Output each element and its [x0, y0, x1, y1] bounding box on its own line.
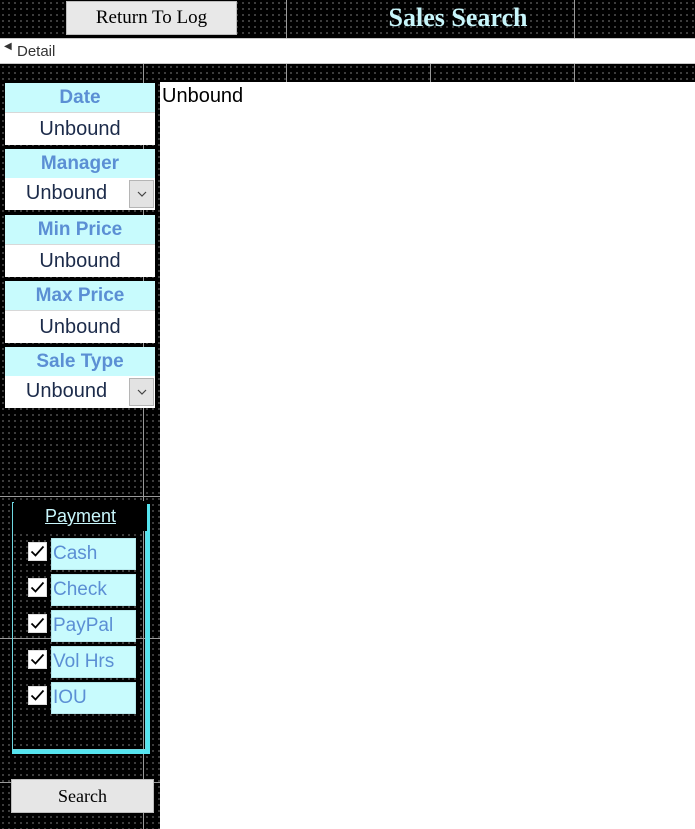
manager-combo[interactable]: Unbound	[5, 178, 155, 210]
grid-line	[286, 0, 287, 38]
max-price-field[interactable]: Unbound	[5, 311, 155, 343]
payment-title: Payment	[14, 501, 147, 531]
check-icon	[30, 581, 45, 593]
form-title: Sales Search	[388, 3, 528, 32]
grid-line	[430, 64, 431, 82]
chevron-down-icon[interactable]	[129, 180, 154, 208]
check-icon	[30, 689, 45, 701]
detail-section-bar[interactable]: ◀ Detail	[0, 38, 695, 64]
check-label[interactable]: Check	[51, 574, 136, 606]
date-field[interactable]: Unbound	[5, 113, 155, 145]
grid-line	[574, 64, 575, 82]
check-icon	[30, 545, 45, 557]
cash-label[interactable]: Cash	[51, 538, 136, 570]
iou-label[interactable]: IOU	[51, 682, 136, 714]
sale-type-value: Unbound	[25, 380, 108, 402]
cash-checkbox[interactable]	[28, 542, 47, 561]
vol-hrs-label[interactable]: Vol Hrs	[51, 646, 136, 678]
manager-value: Unbound	[25, 182, 108, 204]
min-price-label: Min Price	[5, 215, 155, 245]
search-button[interactable]: Search	[11, 779, 154, 813]
iou-checkbox[interactable]	[28, 686, 47, 705]
check-icon	[30, 653, 45, 665]
grid-line	[286, 64, 287, 82]
paypal-label[interactable]: PayPal	[51, 610, 136, 642]
max-price-label: Max Price	[5, 281, 155, 311]
paypal-checkbox[interactable]	[28, 614, 47, 633]
return-to-log-button[interactable]: Return To Log	[66, 1, 237, 35]
check-icon	[30, 617, 45, 629]
grid-line	[0, 496, 160, 497]
date-label: Date	[5, 83, 155, 113]
form-header: Return To Log Sales Search	[0, 0, 695, 38]
check-checkbox[interactable]	[28, 578, 47, 597]
sale-type-combo[interactable]: Unbound	[5, 376, 155, 408]
section-arrow-icon: ◀	[4, 41, 12, 52]
results-text: Unbound	[162, 85, 244, 107]
manager-label: Manager	[5, 149, 155, 179]
detail-section-label: Detail	[17, 43, 56, 60]
vol-hrs-checkbox[interactable]	[28, 650, 47, 669]
chevron-down-icon[interactable]	[129, 378, 154, 406]
results-panel[interactable]: Unbound	[160, 82, 695, 829]
min-price-field[interactable]: Unbound	[5, 245, 155, 277]
sale-type-label: Sale Type	[5, 347, 155, 377]
